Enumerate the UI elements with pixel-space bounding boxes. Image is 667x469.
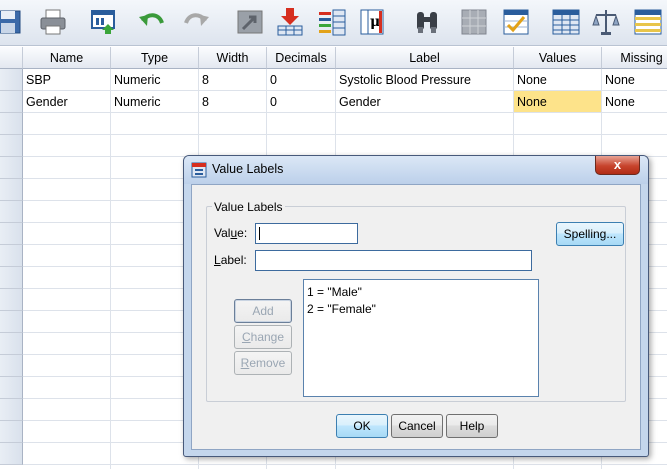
row-header[interactable] — [0, 91, 23, 113]
cell-values-selected[interactable]: None — [514, 91, 602, 113]
cell-decimals[interactable]: 0 — [267, 69, 336, 91]
corner-header — [0, 47, 23, 69]
goto-case-icon[interactable] — [234, 6, 266, 38]
cell-decimals[interactable]: 0 — [267, 91, 336, 113]
descriptive-stats-icon[interactable]: μ — [358, 6, 390, 38]
spelling-button[interactable]: Spelling... — [556, 222, 624, 246]
row-header[interactable] — [0, 201, 23, 223]
dialog-title: Value Labels — [212, 162, 284, 176]
variables-icon[interactable] — [316, 6, 348, 38]
row-header[interactable] — [0, 289, 23, 311]
find-icon[interactable] — [411, 6, 443, 38]
toolbar: μ — [0, 0, 667, 46]
column-header-name[interactable]: Name — [23, 47, 111, 69]
column-header-label[interactable]: Label — [336, 47, 514, 69]
redo-icon[interactable] — [180, 6, 212, 38]
row-header[interactable] — [0, 311, 23, 333]
row-header[interactable] — [0, 157, 23, 179]
weight-cases-icon[interactable] — [500, 6, 532, 38]
cell-missing[interactable]: None — [602, 91, 667, 113]
column-header-decimals[interactable]: Decimals — [267, 47, 336, 69]
groupbox-title: Value Labels — [212, 200, 285, 214]
dialog-body: Value Labels Value: Spelling... Label: A… — [191, 184, 641, 450]
row-header[interactable] — [0, 399, 23, 421]
value-labels-icon[interactable] — [590, 6, 622, 38]
select-cases-icon[interactable] — [550, 6, 582, 38]
column-header-missing[interactable]: Missing — [602, 47, 667, 69]
cell-width[interactable]: 8 — [199, 91, 267, 113]
cell-values[interactable]: None — [514, 69, 602, 91]
row-header[interactable] — [0, 245, 23, 267]
row-header[interactable] — [0, 223, 23, 245]
cancel-button[interactable]: Cancel — [391, 414, 443, 438]
split-file-icon[interactable] — [458, 6, 490, 38]
add-button[interactable]: Add — [234, 299, 292, 323]
cell-width[interactable]: 8 — [199, 69, 267, 91]
value-labels-dialog: Value Labels x Value Labels Value: Spell… — [183, 155, 649, 457]
label-input[interactable] — [255, 250, 532, 271]
cell-type[interactable]: Numeric — [111, 69, 199, 91]
row-header[interactable] — [0, 333, 23, 355]
row-header[interactable] — [0, 421, 23, 443]
help-button[interactable]: Help — [446, 414, 498, 438]
label-field-label: Label: — [214, 253, 247, 267]
dialog-titlebar[interactable]: Value Labels x — [184, 156, 648, 184]
column-header-values[interactable]: Values — [514, 47, 602, 69]
dialog-app-icon — [191, 162, 207, 178]
undo-icon[interactable] — [136, 6, 168, 38]
recall-dialog-icon[interactable] — [88, 6, 120, 38]
use-sets-icon[interactable] — [632, 6, 664, 38]
cell-name[interactable]: SBP — [23, 69, 111, 91]
close-button[interactable]: x — [595, 156, 640, 175]
cell-type[interactable]: Numeric — [111, 91, 199, 113]
row-header[interactable] — [0, 113, 23, 135]
cell-name[interactable]: Gender — [23, 91, 111, 113]
row-header[interactable] — [0, 443, 23, 465]
row-header[interactable] — [0, 135, 23, 157]
row-header[interactable] — [0, 355, 23, 377]
change-button[interactable]: Change — [234, 325, 292, 349]
svg-text:μ: μ — [370, 14, 380, 30]
print-icon[interactable] — [37, 6, 69, 38]
row-header[interactable] — [0, 267, 23, 289]
cell-missing[interactable]: None — [602, 69, 667, 91]
save-icon[interactable] — [0, 6, 24, 38]
ok-button[interactable]: OK — [336, 414, 388, 438]
row-header[interactable] — [0, 69, 23, 91]
cell-label[interactable]: Systolic Blood Pressure — [336, 69, 514, 91]
value-labels-list[interactable]: 1 = "Male" 2 = "Female" — [303, 279, 539, 397]
row-header[interactable] — [0, 377, 23, 399]
list-item[interactable]: 1 = "Male" — [307, 284, 535, 301]
value-field-label: Value: — [214, 226, 248, 240]
cell-label[interactable]: Gender — [336, 91, 514, 113]
goto-variable-icon[interactable] — [274, 6, 306, 38]
close-icon: x — [613, 157, 622, 172]
column-header-type[interactable]: Type — [111, 47, 199, 69]
list-item[interactable]: 2 = "Female" — [307, 301, 535, 318]
row-header[interactable] — [0, 179, 23, 201]
value-input[interactable] — [255, 223, 358, 244]
column-header-width[interactable]: Width — [199, 47, 267, 69]
remove-button[interactable]: Remove — [234, 351, 292, 375]
text-caret — [259, 227, 260, 240]
